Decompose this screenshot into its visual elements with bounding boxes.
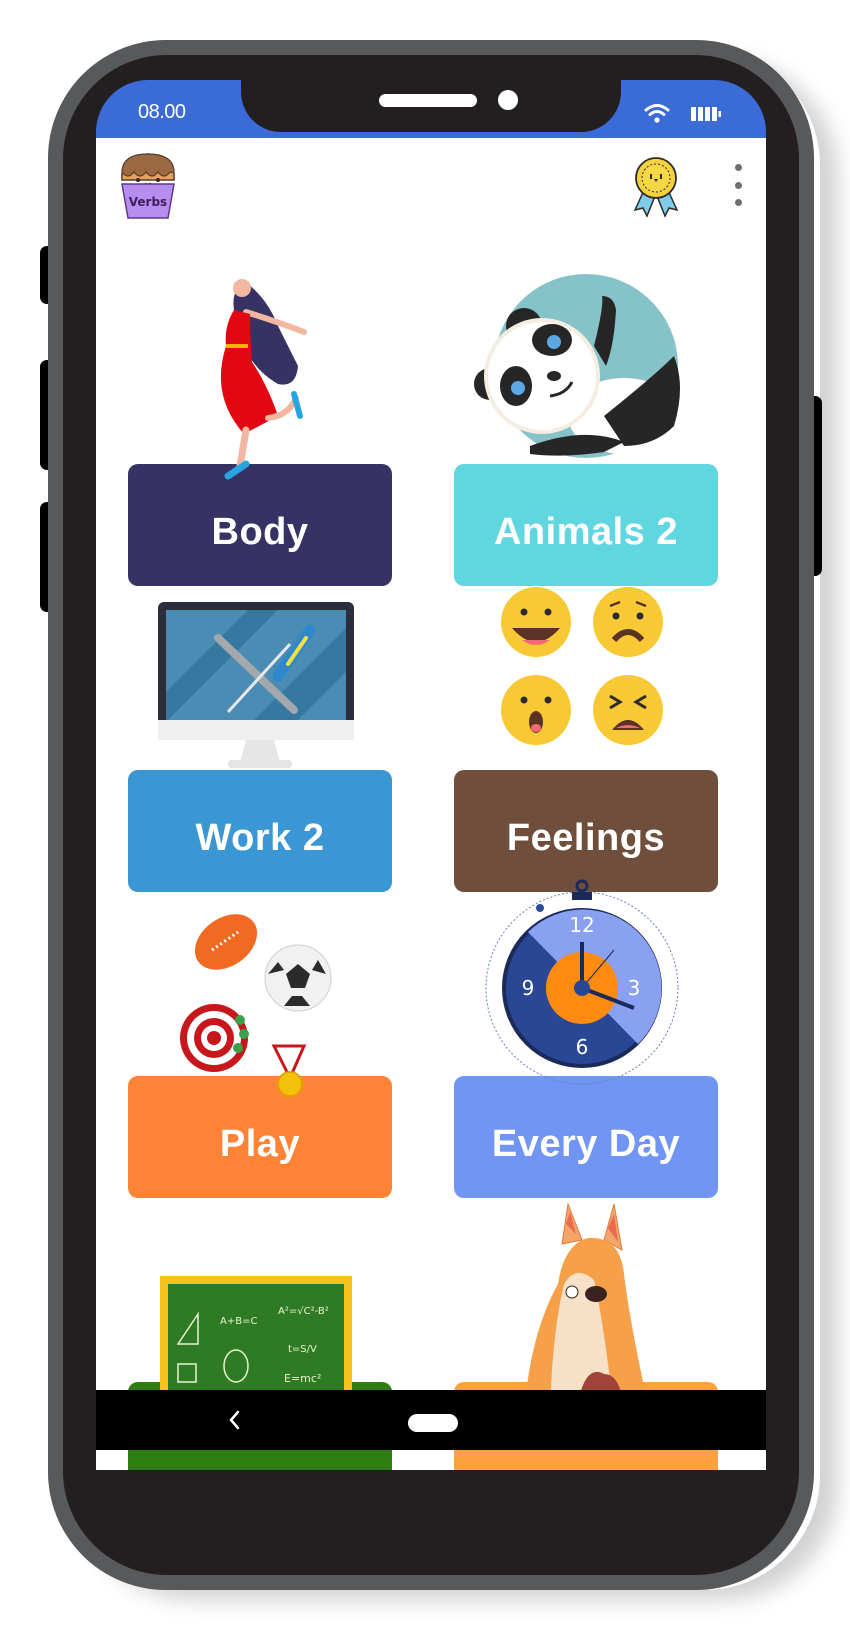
menu-dot — [734, 164, 742, 171]
chalk-text: A+B=C — [220, 1316, 257, 1327]
category-card-body[interactable]: Body — [128, 266, 392, 586]
clock-number: 12 — [569, 913, 594, 937]
battery-icon — [691, 107, 721, 121]
category-label: Play — [219, 1123, 301, 1165]
category-label: Work 2 — [195, 817, 325, 859]
category-label: Body — [211, 511, 309, 553]
menu-dot — [734, 199, 742, 206]
soccer-ball-icon — [264, 944, 332, 1012]
sports-balls-icon — [180, 914, 332, 1097]
system-nav-bar — [96, 1390, 766, 1450]
category-card-animals-2[interactable]: Animals 2 — [454, 266, 718, 586]
category-card-play[interactable]: Play — [128, 878, 392, 1198]
worried-face-icon — [593, 587, 663, 657]
chalk-text: t=S/V — [288, 1344, 317, 1355]
earpiece-speaker — [379, 94, 477, 107]
dartboard-icon — [180, 1004, 249, 1072]
chalk-text: E=mc² — [284, 1372, 321, 1385]
category-card-work-2[interactable]: Work 2 — [128, 572, 392, 892]
clock-number: 6 — [576, 1035, 589, 1059]
clock-number: 9 — [522, 976, 535, 1000]
status-time: 08.00 — [138, 101, 186, 123]
dog-icon — [524, 1202, 648, 1404]
logo-text: Verbs — [129, 195, 167, 209]
more-vertical-icon[interactable] — [731, 164, 745, 206]
award-medal-icon[interactable] — [631, 154, 681, 220]
phone-screen: 08.00 Verbs Body Animals 2 Work 2 Feelin… — [96, 80, 766, 1500]
gold-medal-icon — [271, 1044, 307, 1097]
football-icon — [194, 914, 258, 970]
menu-dot — [734, 181, 742, 189]
frustrated-face-icon — [593, 675, 663, 745]
clock-number: 3 — [628, 976, 641, 1000]
category-label: Every Day — [491, 1123, 681, 1165]
front-camera — [498, 90, 518, 110]
wifi-icon — [644, 104, 670, 123]
chalk-text: A²=√C²-B² — [278, 1306, 329, 1317]
app-bar: Verbs — [96, 138, 766, 236]
dancing-woman-icon — [220, 279, 307, 480]
cupcake-icon[interactable]: Verbs — [116, 150, 180, 222]
emoji-faces-icon — [501, 587, 663, 745]
category-label: Animals 2 — [493, 511, 679, 553]
back-chevron-icon[interactable] — [224, 1406, 244, 1434]
panda-icon — [474, 274, 680, 458]
clock-icon: 12 3 6 9 — [485, 879, 679, 1085]
category-label: Feelings — [506, 817, 666, 859]
category-card-feelings[interactable]: Feelings — [454, 572, 718, 892]
surprised-face-icon — [501, 675, 571, 745]
happy-face-icon — [501, 587, 571, 657]
computer-tools-icon — [158, 602, 354, 768]
category-card-every-day[interactable]: 12 3 6 9 Every Day — [454, 878, 718, 1198]
category-grid: Body Animals 2 Work 2 Feelings Play 12 3… — [96, 236, 766, 1470]
chalkboard-icon: A+B=C A²=√C²-B² t=S/V E=mc² — [160, 1276, 352, 1404]
home-pill-icon[interactable] — [408, 1414, 458, 1432]
